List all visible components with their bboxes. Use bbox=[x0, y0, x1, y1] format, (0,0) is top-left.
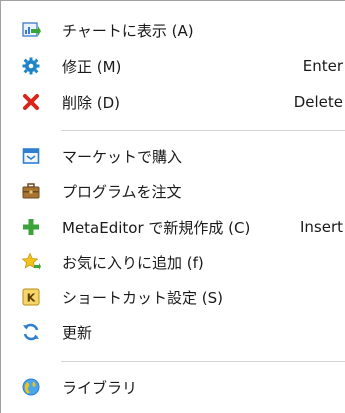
menu-item-order-program[interactable]: プログラムを注文 bbox=[1, 174, 345, 208]
menu-item-refresh[interactable]: 更新 bbox=[1, 315, 345, 349]
svg-text:K: K bbox=[27, 292, 36, 305]
menu-item-label: マーケットで購入 bbox=[62, 147, 183, 166]
menu-item-label: ライブラリ bbox=[62, 378, 138, 397]
menu-item-add-to-favorites[interactable]: お気に入りに追加 (f) bbox=[1, 245, 345, 279]
menu-item-create-in-metaeditor[interactable]: MetaEditor で新規作成 (C) Insert bbox=[1, 210, 345, 244]
delete-x-icon bbox=[21, 92, 41, 112]
menu-item-shortcut: Insert bbox=[299, 218, 343, 236]
menu-separator bbox=[61, 361, 345, 362]
menu-item-label: プログラムを注文 bbox=[62, 182, 182, 201]
menu-item-shortcut: Delete bbox=[293, 93, 343, 111]
menu-separator bbox=[61, 130, 345, 131]
briefcase-icon bbox=[21, 181, 41, 201]
menu-item-label: チャートに表示 (A) bbox=[62, 21, 194, 40]
hotkey-k-icon: K bbox=[21, 287, 41, 307]
menu-item-label: MetaEditor で新規作成 (C) bbox=[62, 218, 251, 237]
market-icon bbox=[21, 146, 41, 166]
star-add-icon bbox=[21, 252, 41, 272]
globe-library-icon bbox=[21, 377, 41, 397]
menu-item-buy-in-market[interactable]: マーケットで購入 bbox=[1, 139, 345, 173]
context-menu: チャートに表示 (A) 修正 (M) Enter 削除 (D) Delete マ… bbox=[0, 0, 345, 413]
menu-item-delete[interactable]: 削除 (D) Delete bbox=[1, 85, 345, 119]
menu-item-shortcut: Enter bbox=[302, 57, 343, 75]
refresh-icon bbox=[21, 322, 41, 342]
menu-item-hotkey-settings[interactable]: K ショートカット設定 (S) bbox=[1, 280, 345, 314]
menu-item-library[interactable]: ライブラリ bbox=[1, 370, 345, 404]
menu-item-label: 修正 (M) bbox=[62, 57, 122, 76]
modify-gear-icon bbox=[21, 56, 41, 76]
menu-item-label: ショートカット設定 (S) bbox=[62, 288, 223, 307]
menu-item-modify[interactable]: 修正 (M) Enter bbox=[1, 49, 345, 83]
menu-item-label: 削除 (D) bbox=[62, 93, 121, 112]
menu-item-label: お気に入りに追加 (f) bbox=[62, 253, 204, 272]
chart-show-icon bbox=[21, 20, 41, 40]
menu-item-label: 更新 bbox=[62, 323, 93, 342]
menu-item-show-on-chart[interactable]: チャートに表示 (A) bbox=[1, 13, 345, 47]
plus-icon bbox=[21, 217, 41, 237]
